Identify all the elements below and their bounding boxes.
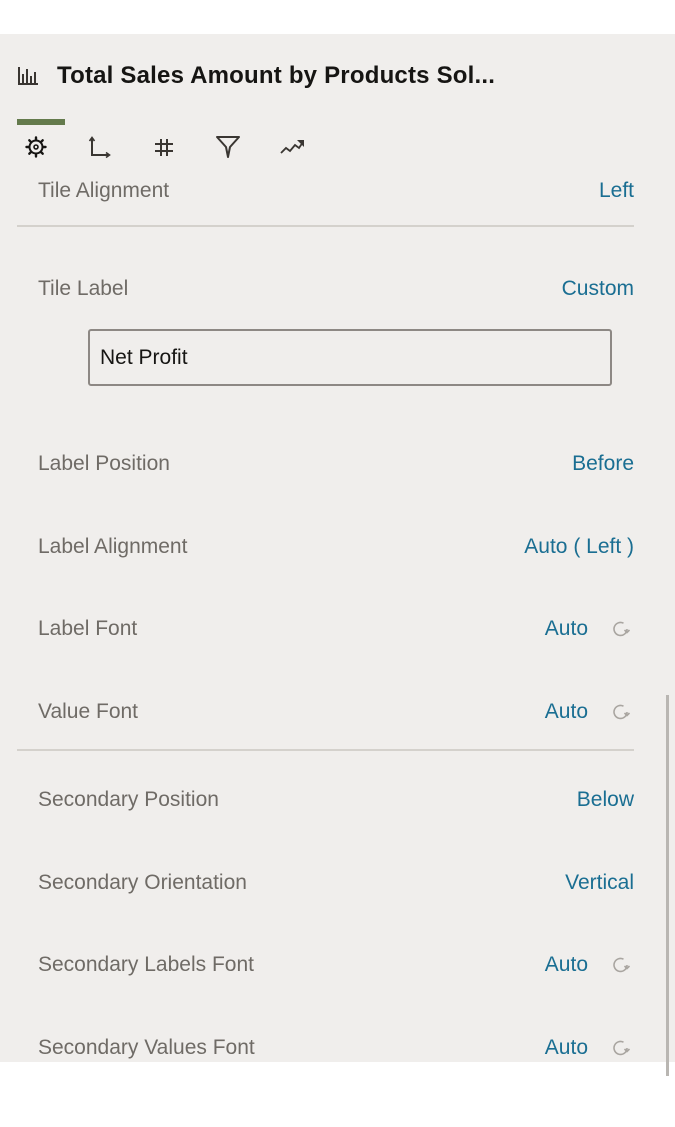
secondary-orientation-dropdown[interactable]: Vertical (565, 871, 634, 895)
visualization-title: Total Sales Amount by Products Sol... (57, 62, 496, 89)
trend-icon (279, 137, 305, 157)
property-row-secondary-position: Secondary Position Below (38, 785, 634, 815)
property-label: Tile Label (38, 277, 129, 300)
hash-icon (153, 136, 175, 158)
property-row-label-font: Label Font Auto (38, 614, 634, 644)
property-value: Custom (561, 277, 634, 300)
property-value: Auto (544, 700, 588, 723)
gear-icon (25, 136, 47, 158)
tab-general[interactable] (25, 134, 47, 160)
property-row-label-alignment: Label Alignment Auto ( Left ) (38, 532, 634, 562)
property-label: Secondary Position (38, 788, 219, 811)
property-row-tile-label: Tile Label Custom (38, 274, 634, 304)
property-row-value-font: Value Font Auto (38, 697, 634, 727)
value-font-picker[interactable]: Auto (545, 700, 634, 724)
panel-header: Total Sales Amount by Products Sol... (17, 58, 495, 94)
properties-panel: Total Sales Amount by Products Sol... Ti… (0, 34, 675, 1076)
property-label: Label Font (38, 617, 138, 640)
property-label: Secondary Orientation (38, 871, 247, 894)
label-alignment-dropdown[interactable]: Auto ( Left ) (524, 535, 634, 559)
tab-filters[interactable] (215, 134, 241, 160)
properties-tabs (25, 134, 305, 160)
axis-icon (88, 135, 112, 159)
secondary-labels-font-picker[interactable]: Auto (545, 953, 634, 977)
active-tab-indicator (17, 119, 65, 125)
property-value: Auto (544, 617, 588, 640)
property-row-secondary-labels-font: Secondary Labels Font Auto (38, 950, 634, 980)
section-divider (17, 749, 634, 751)
property-label: Secondary Values Font (38, 1036, 255, 1059)
label-font-picker[interactable]: Auto (545, 617, 634, 641)
property-label: Label Alignment (38, 535, 188, 558)
property-row-tile-alignment: Tile Alignment Left (38, 176, 634, 206)
property-row-secondary-values-font: Secondary Values Font Auto (38, 1033, 634, 1063)
property-value: Below (576, 788, 634, 811)
property-value: Auto (544, 1036, 588, 1059)
reset-icon[interactable] (610, 701, 632, 723)
reset-icon[interactable] (610, 1037, 632, 1059)
property-row-label-position: Label Position Before (38, 449, 634, 479)
secondary-values-font-picker[interactable]: Auto (545, 1036, 634, 1060)
tile-alignment-dropdown[interactable]: Left (599, 179, 634, 203)
property-label: Value Font (38, 700, 139, 723)
tab-number-format[interactable] (153, 134, 175, 160)
tab-analytics[interactable] (279, 134, 305, 160)
property-value: Before (572, 452, 634, 475)
property-value: Left (598, 179, 634, 202)
tab-axis[interactable] (88, 134, 112, 160)
tile-label-dropdown[interactable]: Custom (562, 277, 634, 301)
vertical-scrollbar[interactable] (666, 695, 669, 1076)
bar-chart-icon (17, 66, 39, 86)
label-position-dropdown[interactable]: Before (572, 452, 634, 476)
property-label: Label Position (38, 452, 170, 475)
reset-icon[interactable] (610, 954, 632, 976)
property-value: Auto ( Left ) (524, 535, 634, 558)
secondary-position-dropdown[interactable]: Below (577, 788, 634, 812)
property-row-secondary-orientation: Secondary Orientation Vertical (38, 868, 634, 898)
reset-icon[interactable] (610, 618, 632, 640)
section-divider (17, 225, 634, 227)
property-value: Auto (544, 953, 588, 976)
property-label: Secondary Labels Font (38, 953, 254, 976)
filter-icon (215, 135, 241, 159)
property-label: Tile Alignment (38, 179, 170, 202)
property-value: Vertical (565, 871, 634, 894)
tile-label-input[interactable] (88, 329, 612, 386)
